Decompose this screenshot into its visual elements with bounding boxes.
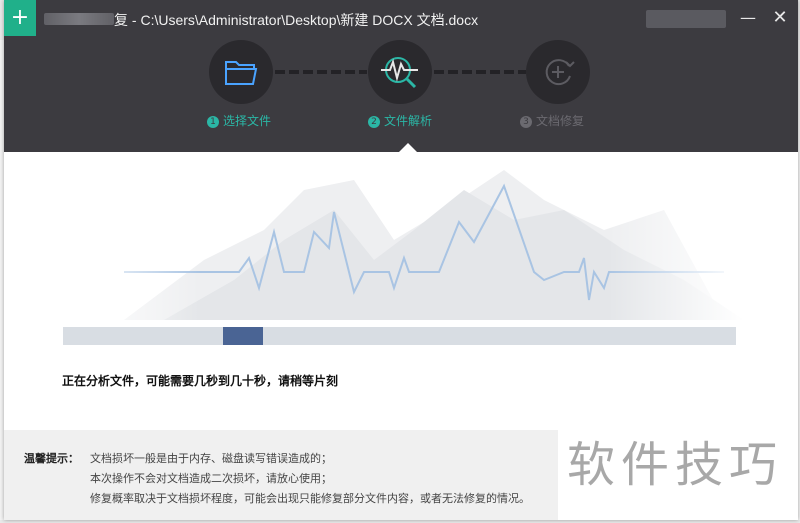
repair-cycle-icon (545, 59, 575, 86)
title-prefix: 复 - (114, 12, 137, 28)
step-1-text: 选择文件 (223, 114, 272, 128)
step-3-label: 3 文档修复 (520, 112, 584, 129)
file-path: C:\Users\Administrator\Desktop\新建 DOCX 文… (140, 12, 479, 28)
close-button[interactable]: ✕ (768, 6, 792, 30)
tip-line: 本次操作不会对文档造成二次损坏，请放心使用； (90, 472, 332, 485)
status-text: 正在分析文件，可能需要几秒到几十秒，请稍等片刻 (62, 374, 339, 388)
folder-icon (225, 61, 258, 85)
step-connector (434, 70, 526, 74)
step-connector (275, 70, 367, 74)
window-title: 复 - C:\Users\Administrator\Desktop\新建 DO… (114, 10, 478, 30)
plus-icon[interactable]: + (4, 0, 36, 36)
step-1-number: 1 (207, 116, 219, 128)
step-2-label: 2 文件解析 (368, 112, 432, 129)
tip-line: 修复概率取决于文档损坏程度，可能会出现只能修复部分文件内容，或者无法修复的情况。 (90, 492, 530, 505)
tips-label: 温馨提示： (24, 452, 79, 465)
minimize-button[interactable]: — (736, 6, 760, 30)
tips-panel: 温馨提示： 文档损坏一般是由于内存、磁盘读写错误造成的； 本次操作不会对文档造成… (4, 430, 558, 520)
user-blurred (646, 10, 726, 28)
title-blurred (44, 13, 114, 25)
step-parse-file (368, 40, 432, 104)
dialog-header: + 复 - C:\Users\Administrator\Desktop\新建 … (4, 0, 798, 152)
pulse-waveform (64, 170, 744, 320)
step-repair-doc (526, 40, 590, 104)
magnifier-pulse-icon (381, 57, 418, 89)
step-select-file (209, 40, 273, 104)
tip-line: 文档损坏一般是由于内存、磁盘读写错误造成的； (90, 452, 332, 465)
step-3-number: 3 (520, 116, 532, 128)
progress-indicator (223, 327, 263, 345)
progress-bar (63, 327, 736, 345)
step-2-number: 2 (368, 116, 380, 128)
step-3-text: 文档修复 (536, 114, 585, 128)
step-2-text: 文件解析 (384, 114, 433, 128)
active-step-pointer (399, 143, 417, 152)
watermark-text: 软件技巧 (567, 437, 784, 493)
step-1-label: 1 选择文件 (207, 112, 271, 129)
